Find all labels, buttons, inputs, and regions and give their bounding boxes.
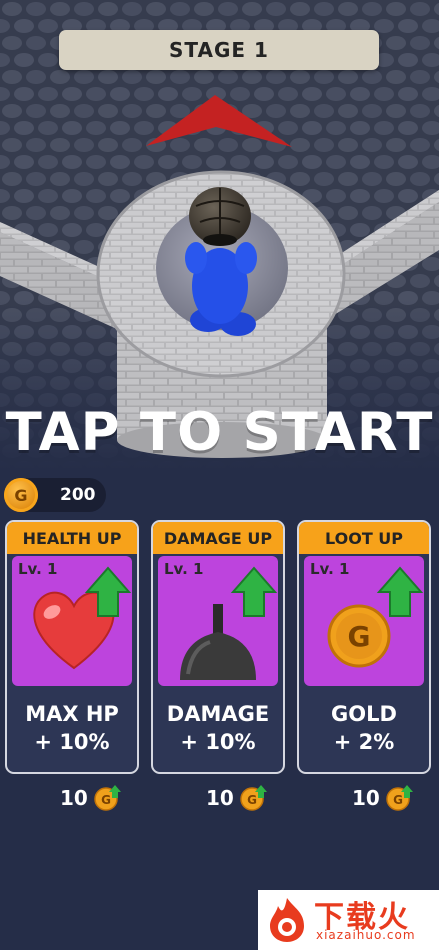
card-image: G Lv. 1 [304, 556, 424, 686]
card-image: Lv. 1 [12, 556, 132, 686]
upgrade-cost-loot[interactable]: 10 G [352, 784, 414, 812]
card-bonus: + 10% [34, 730, 110, 754]
watermark: 下载火 xiazaihuo.com [258, 890, 439, 950]
card-level: Lv. 1 [164, 560, 204, 578]
upgrade-card-damage[interactable]: DAMAGE UP Lv. 1 DAMAGE + 10% [151, 520, 285, 774]
coin-upgrade-icon: G [94, 785, 121, 811]
stage-label: STAGE 1 [169, 38, 269, 62]
watermark-url: xiazaihuo.com [316, 928, 416, 942]
upgrade-arrow-icon [376, 566, 424, 617]
coin-amount: 200 [60, 485, 96, 505]
fire-logo-icon [270, 898, 304, 942]
card-stat: DAMAGE [166, 702, 270, 726]
upgrade-card-loot[interactable]: LOOT UP G Lv. 1 GOLD + 2% [297, 520, 431, 774]
player-character[interactable] [185, 187, 257, 336]
coin-balance: G 200 [4, 478, 106, 512]
upgrade-card-health[interactable]: HEALTH UP Lv. 1 MAX HP + 10% [5, 520, 139, 774]
cost-amount: 10 [60, 786, 88, 810]
svg-text:G: G [348, 620, 371, 653]
card-description: MAX HP + 10% [7, 700, 137, 756]
upgrade-cost-damage[interactable]: 10 G [206, 784, 268, 812]
card-level: Lv. 1 [310, 560, 350, 578]
coin-upgrade-icon: G [240, 785, 267, 811]
stage-banner: STAGE 1 [59, 30, 379, 70]
svg-text:G: G [247, 793, 257, 807]
svg-text:G: G [101, 793, 111, 807]
card-stat: MAX HP [25, 702, 119, 726]
gold-coin-icon: G [4, 478, 38, 512]
gold-coin-icon: G [327, 604, 391, 668]
upgrade-cost-health[interactable]: 10 G [60, 784, 122, 812]
card-title: DAMAGE UP [153, 522, 283, 554]
cost-amount: 10 [206, 786, 234, 810]
upgrade-arrow-icon [230, 566, 278, 617]
cost-amount: 10 [352, 786, 380, 810]
card-bonus: + 2% [333, 730, 395, 754]
game-scene[interactable] [0, 0, 439, 470]
card-level: Lv. 1 [18, 560, 58, 578]
card-title: LOOT UP [299, 522, 429, 554]
card-description: GOLD + 2% [299, 700, 429, 756]
card-bonus: + 10% [180, 730, 256, 754]
card-description: DAMAGE + 10% [153, 700, 283, 756]
svg-text:G: G [393, 793, 403, 807]
card-image: Lv. 1 [158, 556, 278, 686]
tap-to-start-text[interactable]: TAP TO START [0, 402, 439, 463]
card-stat: GOLD [331, 702, 397, 726]
card-title: HEALTH UP [7, 522, 137, 554]
coin-upgrade-icon: G [386, 785, 413, 811]
